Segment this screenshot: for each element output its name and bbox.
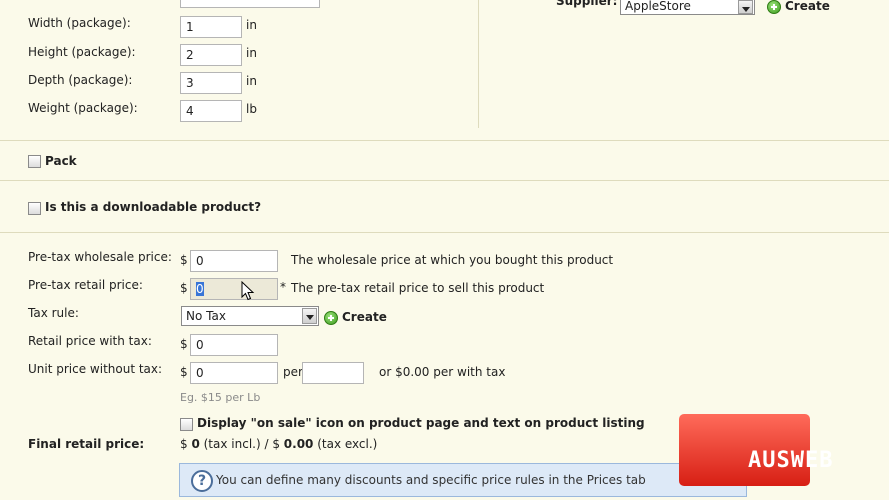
depth-label: Depth (package): <box>28 73 133 87</box>
wholesale-currency: $ <box>180 253 188 267</box>
unit-price-hint: Eg. $15 per Lb <box>180 391 261 404</box>
top-partial-input[interactable] <box>180 0 320 8</box>
pack-checkbox[interactable] <box>28 155 41 168</box>
downloadable-label: Is this a downloadable product? <box>45 200 262 214</box>
retail-currency: $ <box>180 281 188 295</box>
retail-label: Pre-tax retail price: <box>28 278 143 292</box>
height-unit: in <box>246 46 257 60</box>
wholesale-input[interactable]: 0 <box>190 250 278 272</box>
final-incl-value: 0 <box>191 437 200 451</box>
supplier-select[interactable]: AppleStore <box>620 0 755 15</box>
retail-with-tax-currency: $ <box>180 337 188 351</box>
height-input[interactable]: 2 <box>180 44 242 66</box>
supplier-select-value: AppleStore <box>625 0 691 13</box>
unit-price-currency: $ <box>180 365 188 379</box>
help-icon: ? <box>191 470 213 492</box>
depth-input[interactable]: 3 <box>180 72 242 94</box>
unit-price-note: or $0.00 per with tax <box>379 365 506 379</box>
tax-rule-label: Tax rule: <box>28 306 79 320</box>
add-supplier-icon[interactable] <box>767 0 781 14</box>
chevron-down-icon[interactable] <box>302 308 317 324</box>
create-supplier-link[interactable]: Create <box>785 0 830 13</box>
width-input[interactable]: 1 <box>180 16 242 38</box>
height-label: Height (package): <box>28 45 136 59</box>
retail-input[interactable]: 0 <box>190 278 278 300</box>
chevron-down-icon[interactable] <box>738 0 753 14</box>
tax-rule-select[interactable]: No Tax <box>181 306 319 326</box>
on-sale-label: Display "on sale" icon on product page a… <box>197 416 645 430</box>
on-sale-checkbox[interactable] <box>180 418 193 431</box>
divider-2 <box>0 180 889 181</box>
final-prefix: $ <box>180 437 192 451</box>
depth-unit: in <box>246 74 257 88</box>
final-price-label: Final retail price: <box>28 437 145 451</box>
ausweb-logo-text: AUSWEB <box>748 448 834 473</box>
add-tax-rule-icon[interactable] <box>324 311 338 325</box>
retail-with-tax-input[interactable]: 0 <box>190 334 278 356</box>
retail-required-mark: * <box>280 280 286 294</box>
mouse-cursor-icon <box>241 281 255 301</box>
unit-price-label: Unit price without tax: <box>28 362 163 376</box>
final-price-value: $ 0 (tax incl.) / $ 0.00 (tax excl.) <box>180 437 377 451</box>
final-excl-value: 0.00 <box>283 437 314 451</box>
final-incl-text: (tax incl.) / $ <box>199 437 284 451</box>
info-text: You can define many discounts and specif… <box>216 473 646 487</box>
tax-rule-select-value: No Tax <box>186 309 226 323</box>
downloadable-checkbox[interactable] <box>28 202 41 215</box>
wholesale-label: Pre-tax wholesale price: <box>28 250 172 264</box>
width-label: Width (package): <box>28 16 131 30</box>
create-tax-rule-link[interactable]: Create <box>342 310 387 324</box>
weight-label: Weight (package): <box>28 101 138 115</box>
unit-price-per-input[interactable] <box>302 362 364 384</box>
divider-3 <box>0 232 889 233</box>
weight-unit: lb <box>246 102 257 116</box>
retail-input-value: 0 <box>196 282 204 296</box>
unit-price-input[interactable]: 0 <box>190 362 278 384</box>
final-excl-text: (tax excl.) <box>313 437 378 451</box>
retail-note: The pre-tax retail price to sell this pr… <box>291 281 545 295</box>
supplier-label: Supplier: <box>556 0 618 8</box>
pack-label: Pack <box>45 154 77 168</box>
width-unit: in <box>246 18 257 32</box>
retail-with-tax-label: Retail price with tax: <box>28 334 152 348</box>
weight-input[interactable]: 4 <box>180 100 242 122</box>
column-divider <box>478 0 479 128</box>
unit-price-per-label: per <box>283 365 303 379</box>
divider-1 <box>0 140 889 141</box>
wholesale-note: The wholesale price at which you bought … <box>291 253 614 267</box>
